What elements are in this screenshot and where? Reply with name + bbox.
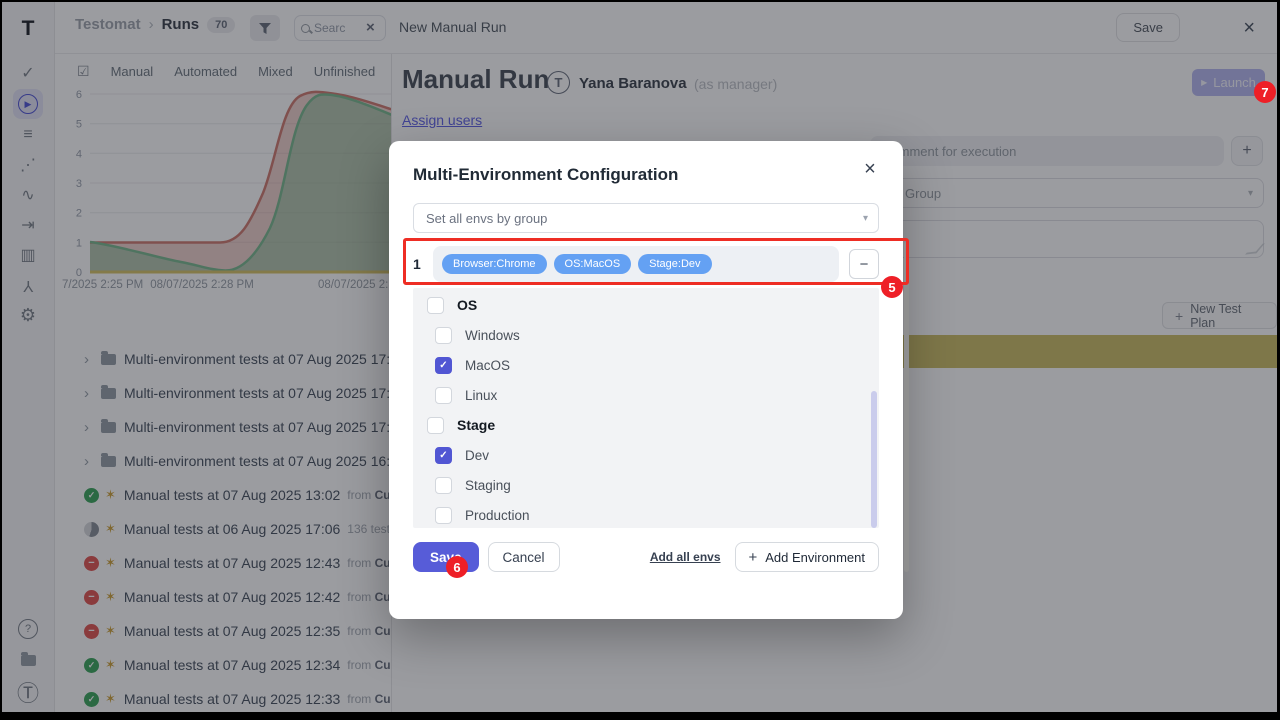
env-option-dev[interactable]: Dev bbox=[413, 440, 879, 470]
annotation-step-6: 6 bbox=[446, 556, 468, 578]
multi-environment-modal: Multi-Environment Configuration Set all … bbox=[389, 141, 903, 619]
modal-close-icon[interactable] bbox=[857, 156, 883, 182]
annotation-step-5: 5 bbox=[881, 276, 903, 298]
annotation-step-7: 7 bbox=[1254, 81, 1276, 103]
env-option-windows[interactable]: Windows bbox=[413, 320, 879, 350]
app-screen: T ✓ ▶ ≡ ⋰ ∿ ⇥ ▥ Y ⚙ ? Ⓣ Testomat › Runs … bbox=[2, 2, 1277, 712]
modal-footer: Save Cancel Add all envs Add Environment bbox=[413, 542, 879, 572]
checkbox[interactable] bbox=[435, 327, 452, 344]
env-option-linux[interactable]: Linux bbox=[413, 380, 879, 410]
checkbox[interactable] bbox=[435, 477, 452, 494]
annotation-highlight-rect bbox=[403, 238, 909, 285]
modal-title: Multi-Environment Configuration bbox=[413, 165, 879, 185]
list-scrollbar[interactable] bbox=[871, 391, 877, 528]
env-group-select[interactable]: Set all envs by group bbox=[413, 203, 879, 233]
checkbox[interactable] bbox=[435, 507, 452, 524]
page-scrollbar[interactable] bbox=[904, 242, 909, 572]
checkbox[interactable] bbox=[435, 387, 452, 404]
env-option-os[interactable]: OS bbox=[413, 290, 879, 320]
environment-options-list: OS Windows MacOS Linux Stage Dev Staging… bbox=[413, 288, 879, 528]
checkbox[interactable] bbox=[427, 417, 444, 434]
checkbox[interactable] bbox=[435, 357, 452, 374]
checkbox[interactable] bbox=[427, 297, 444, 314]
env-option-stage[interactable]: Stage bbox=[413, 410, 879, 440]
checkbox[interactable] bbox=[435, 447, 452, 464]
env-option-staging[interactable]: Staging bbox=[413, 470, 879, 500]
chevron-down-icon bbox=[863, 213, 868, 224]
add-environment-button[interactable]: Add Environment bbox=[735, 542, 880, 572]
add-all-envs-link[interactable]: Add all envs bbox=[650, 550, 721, 564]
env-option-production[interactable]: Production bbox=[413, 500, 879, 528]
env-option-macos[interactable]: MacOS bbox=[413, 350, 879, 380]
modal-cancel-button[interactable]: Cancel bbox=[488, 542, 560, 572]
